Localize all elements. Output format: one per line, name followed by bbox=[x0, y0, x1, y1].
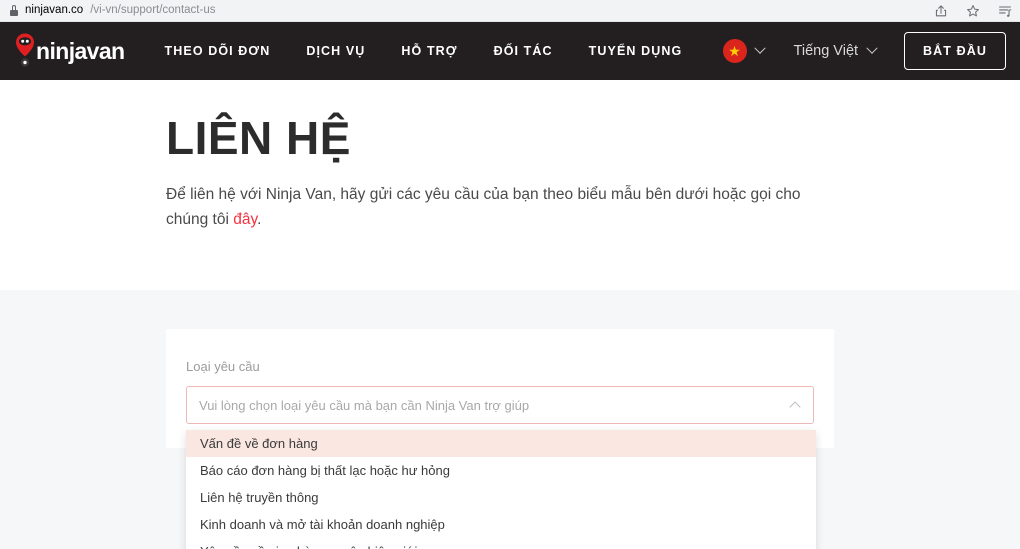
brand-logo[interactable]: ninjavan bbox=[12, 31, 125, 71]
request-type-dropdown: Vấn đề về đơn hàng Báo cáo đơn hàng bị t… bbox=[186, 430, 816, 549]
chevron-down-icon bbox=[866, 42, 878, 54]
hero-section: LIÊN HỆ Để liên hệ với Ninja Van, hãy gử… bbox=[0, 80, 1020, 290]
nav-item-theo-doi-don[interactable]: THEO DÕI ĐƠN bbox=[165, 44, 271, 58]
brand-name: ninjavan bbox=[36, 37, 125, 64]
nav-item-doi-tac[interactable]: ĐỐI TÁC bbox=[494, 44, 553, 58]
chevron-down-icon bbox=[753, 42, 766, 54]
browser-toolbar: ninjavan.co/vi-vn/support/contact-us bbox=[0, 0, 1020, 22]
get-started-button[interactable]: BẮT ĐẦU bbox=[904, 32, 1006, 70]
nav-right-group: ★ Tiếng Việt BẮT ĐẦU bbox=[722, 32, 1006, 70]
hero-description: Để liên hệ với Ninja Van, hãy gửi các yê… bbox=[166, 182, 811, 232]
reading-list-icon[interactable] bbox=[998, 4, 1012, 18]
url-host: ninjavan.co bbox=[25, 3, 84, 16]
dropdown-option[interactable]: Vấn đề về đơn hàng bbox=[186, 430, 816, 457]
share-icon[interactable] bbox=[934, 4, 948, 18]
request-type-label: Loại yêu cầu bbox=[186, 359, 260, 374]
request-type-select[interactable]: Vui lòng chọn loại yêu cầu mà bạn cần Ni… bbox=[186, 386, 814, 424]
browser-action-icons bbox=[934, 0, 1012, 22]
site-navbar: ninjavan THEO DÕI ĐƠN DỊCH VỤ HỖ TRỢ ĐỐI… bbox=[0, 22, 1020, 80]
nav-item-tuyen-dung[interactable]: TUYỂN DỤNG bbox=[589, 44, 683, 58]
contact-form-card: Loại yêu cầu Vui lòng chọn loại yêu cầu … bbox=[166, 329, 834, 549]
nav-item-ho-tro[interactable]: HỖ TRỢ bbox=[401, 44, 457, 58]
form-section: Loại yêu cầu Vui lòng chọn loại yêu cầu … bbox=[0, 290, 1020, 549]
language-selector[interactable]: Tiếng Việt bbox=[793, 42, 878, 59]
language-label: Tiếng Việt bbox=[793, 43, 859, 59]
ninja-pin-icon bbox=[12, 31, 38, 71]
dropdown-option[interactable]: Báo cáo đơn hàng bị thất lạc hoặc hư hỏn… bbox=[186, 457, 816, 484]
chevron-up-icon bbox=[789, 400, 801, 413]
country-selector[interactable]: ★ bbox=[722, 39, 766, 63]
dropdown-option[interactable]: Yêu cầu về giao hàng xuyên biên giới bbox=[186, 538, 816, 549]
request-type-placeholder: Vui lòng chọn loại yêu cầu mà bạn cần Ni… bbox=[199, 397, 530, 413]
nav-links: THEO DÕI ĐƠN DỊCH VỤ HỖ TRỢ ĐỐI TÁC TUYỂ… bbox=[165, 44, 683, 58]
nav-item-dich-vu[interactable]: DỊCH VỤ bbox=[306, 44, 365, 58]
call-us-link[interactable]: đây bbox=[233, 211, 257, 228]
vietnam-flag-icon: ★ bbox=[722, 39, 747, 63]
address-bar[interactable]: ninjavan.co/vi-vn/support/contact-us bbox=[10, 3, 216, 17]
flag-star-glyph: ★ bbox=[728, 43, 741, 59]
page-title: LIÊN HỆ bbox=[166, 112, 351, 164]
lock-icon bbox=[10, 5, 18, 16]
bookmark-star-icon[interactable] bbox=[966, 4, 980, 18]
hero-desc-text-after: . bbox=[257, 211, 262, 228]
dropdown-option[interactable]: Kinh doanh và mở tài khoản doanh nghiệp bbox=[186, 511, 816, 538]
url-path: /vi-vn/support/contact-us bbox=[90, 3, 216, 16]
dropdown-option[interactable]: Liên hệ truyền thông bbox=[186, 484, 816, 511]
